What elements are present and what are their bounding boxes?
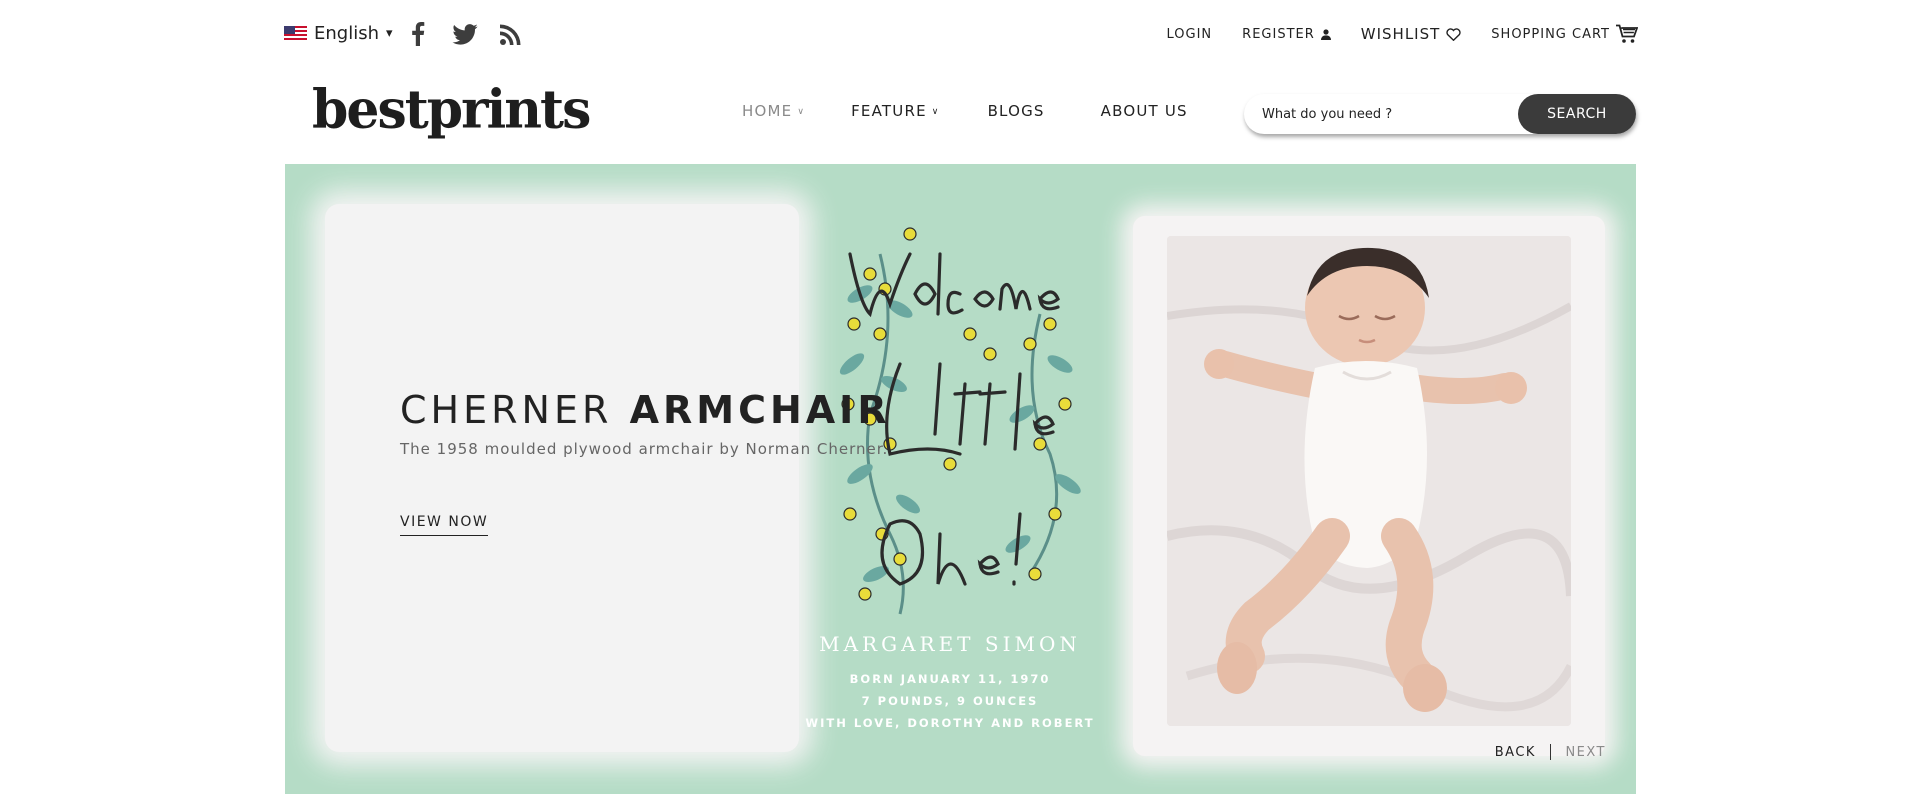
account-links: LOGIN REGISTER WISHLIST SHOPPING CART (1167, 22, 1638, 46)
nav-item-about-us[interactable]: ABOUT US (1101, 102, 1188, 120)
nav-item-label: FEATURE (851, 102, 927, 120)
view-now-button[interactable]: VIEW NOW (400, 514, 489, 536)
language-label: English (314, 22, 379, 44)
slider-divider (1549, 744, 1552, 760)
facebook-icon[interactable] (403, 19, 433, 49)
heart-icon (1446, 27, 1461, 41)
hero-slider: MARGARET SIMON BORN JANUARY 11, 1970 7 P… (285, 164, 1636, 794)
top-bar: English ▾ LOGIN REGISTER WISHLIST SHOPPI… (0, 0, 1920, 66)
hero-title-bold: ARMCHAIR (629, 388, 891, 432)
language-selector[interactable]: English ▾ (284, 20, 393, 46)
cart-icon (1616, 24, 1638, 43)
login-link[interactable]: LOGIN (1167, 27, 1213, 42)
site-logo[interactable]: bestprints (312, 79, 591, 141)
nav-item-label: ABOUT US (1100, 102, 1188, 120)
nav-item-label: HOME (742, 102, 793, 120)
card-name: MARGARET SIMON (819, 632, 1081, 656)
chevron-down-icon: ▾ (386, 25, 393, 41)
card-signature: WITH LOVE, DOROTHY AND ROBERT (805, 716, 1095, 730)
wishlist-label: WISHLIST (1360, 25, 1441, 43)
card-birth-weight: 7 POUNDS, 9 OUNCES (861, 694, 1039, 708)
shopping-cart-link[interactable]: SHOPPING CART (1491, 24, 1638, 44)
slider-next-button[interactable]: NEXT (1565, 745, 1606, 760)
user-icon (1320, 28, 1331, 40)
slider-back-button[interactable]: BACK (1495, 745, 1536, 760)
shopping-cart-label: SHOPPING CART (1491, 26, 1610, 42)
baby-illustration (1167, 236, 1571, 726)
hero-paper-background (325, 204, 799, 752)
wishlist-link[interactable]: WISHLIST (1361, 25, 1462, 43)
register-label: REGISTER (1242, 26, 1315, 42)
login-label: LOGIN (1166, 26, 1213, 42)
nav-item-blogs[interactable]: BLOGS (988, 102, 1045, 120)
search-button[interactable]: SEARCH (1518, 94, 1636, 134)
nav-item-home[interactable]: HOME ∨ (742, 102, 805, 120)
search-bar: SEARCH (1244, 94, 1636, 134)
twitter-icon[interactable] (450, 19, 480, 49)
hero-subtitle: The 1958 moulded plywood armchair by Nor… (400, 440, 889, 458)
rss-icon[interactable] (496, 19, 526, 49)
card-birth-date: BORN JANUARY 11, 1970 (849, 672, 1051, 686)
chevron-down-icon: ∨ (931, 107, 940, 117)
search-input[interactable] (1262, 94, 1522, 134)
slider-controls: BACK NEXT (1495, 744, 1606, 760)
nav-item-label: BLOGS (987, 102, 1045, 120)
register-link[interactable]: REGISTER (1242, 27, 1331, 42)
baby-photo (1167, 236, 1571, 726)
chevron-down-icon: ∨ (797, 107, 806, 117)
hero-title: CHERNER ARMCHAIR (400, 388, 891, 432)
hero-title-light: CHERNER (400, 388, 613, 432)
main-nav: HOME ∨ FEATURE ∨ BLOGS ABOUT US (742, 98, 1188, 124)
us-flag-icon (284, 26, 307, 40)
nav-item-feature[interactable]: FEATURE ∨ (851, 102, 939, 120)
